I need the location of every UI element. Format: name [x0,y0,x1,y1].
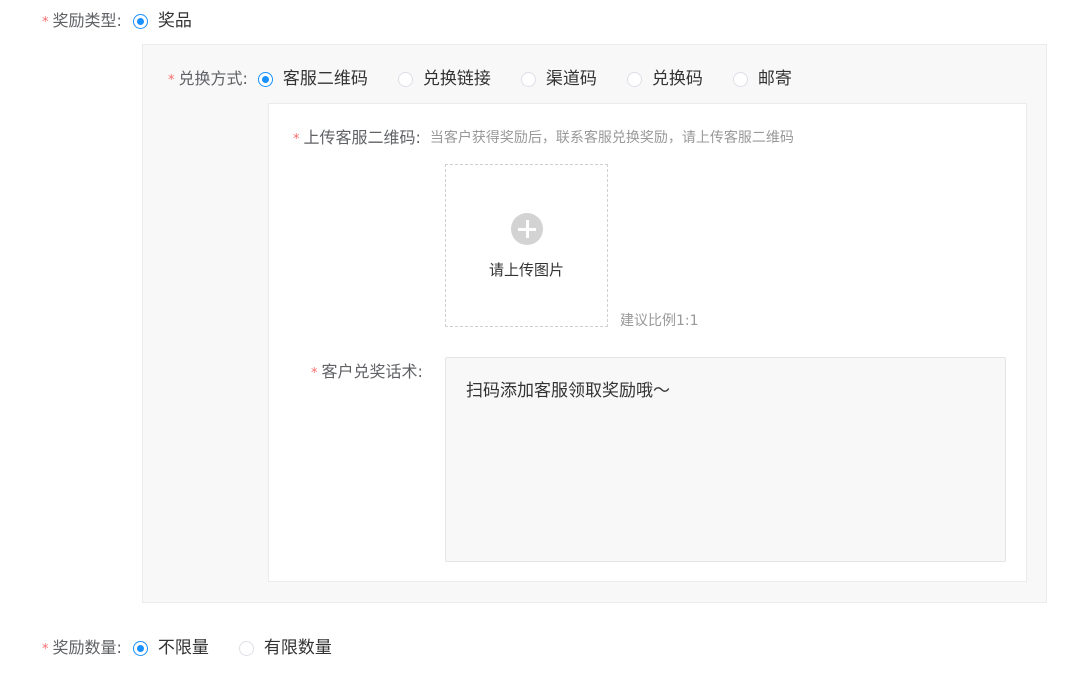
redeem-method-row: * 兑换方式: 客服二维码 兑换链接 渠道码 兑换码 邮寄 [168,69,792,89]
qr-upload-row: * 上传客服二维码: 当客户获得奖励后，联系客服兑换奖励，请上传客服二维码 [293,128,794,148]
redeem-option-link[interactable]: 兑换链接 [397,69,491,89]
radio-label: 有限数量 [263,638,332,658]
image-upload-box[interactable]: 请上传图片 [445,164,608,327]
required-mark: * [42,641,49,657]
qr-upload-hint: 当客户获得奖励后，联系客服兑换奖励，请上传客服二维码 [429,130,794,146]
radio-label: 渠道码 [545,69,597,89]
redeem-option-service-qr[interactable]: 客服二维码 [257,69,368,89]
qr-upload-label: 上传客服二维码: [303,128,421,147]
radio-icon[interactable] [238,640,254,656]
radio-icon[interactable] [520,71,536,87]
radio-icon[interactable] [132,640,148,656]
required-mark: * [311,365,318,381]
plus-icon [511,213,543,245]
redeem-script-row: * 客户兑奖话术: [311,362,423,382]
quantity-option-unlimited[interactable]: 不限量 [132,638,209,658]
redeem-option-channel-code[interactable]: 渠道码 [520,69,597,89]
radio-label: 奖品 [157,11,192,31]
required-mark: * [42,14,49,30]
radio-icon[interactable] [257,71,273,87]
required-mark: * [293,131,300,147]
radio-label: 兑换码 [651,69,703,89]
required-mark: * [168,72,175,88]
radio-label: 不限量 [157,638,209,658]
ratio-hint: 建议比例1:1 [620,313,699,329]
reward-quantity-label: 奖励数量: [52,638,122,657]
reward-type-label: 奖励类型: [52,11,122,30]
redeem-script-textarea[interactable]: 扫码添加客服领取奖励哦～ [445,357,1006,562]
reward-type-option-prize[interactable]: 奖品 [132,11,192,31]
reward-quantity-row: * 奖励数量: 不限量 有限数量 [42,638,332,658]
redeem-method-label: 兑换方式: [178,69,248,88]
radio-icon[interactable] [626,71,642,87]
radio-icon[interactable] [732,71,748,87]
radio-label: 邮寄 [757,69,792,89]
redeem-option-mail[interactable]: 邮寄 [732,69,792,89]
redeem-script-label: 客户兑奖话术: [321,362,423,381]
upload-button-text: 请上传图片 [488,261,564,279]
radio-icon[interactable] [397,71,413,87]
redeem-option-code[interactable]: 兑换码 [626,69,703,89]
quantity-option-limited[interactable]: 有限数量 [238,638,332,658]
radio-label: 客服二维码 [282,69,368,89]
radio-label: 兑换链接 [422,69,491,89]
radio-icon[interactable] [132,13,148,29]
reward-type-row: * 奖励类型: 奖品 [42,11,192,31]
